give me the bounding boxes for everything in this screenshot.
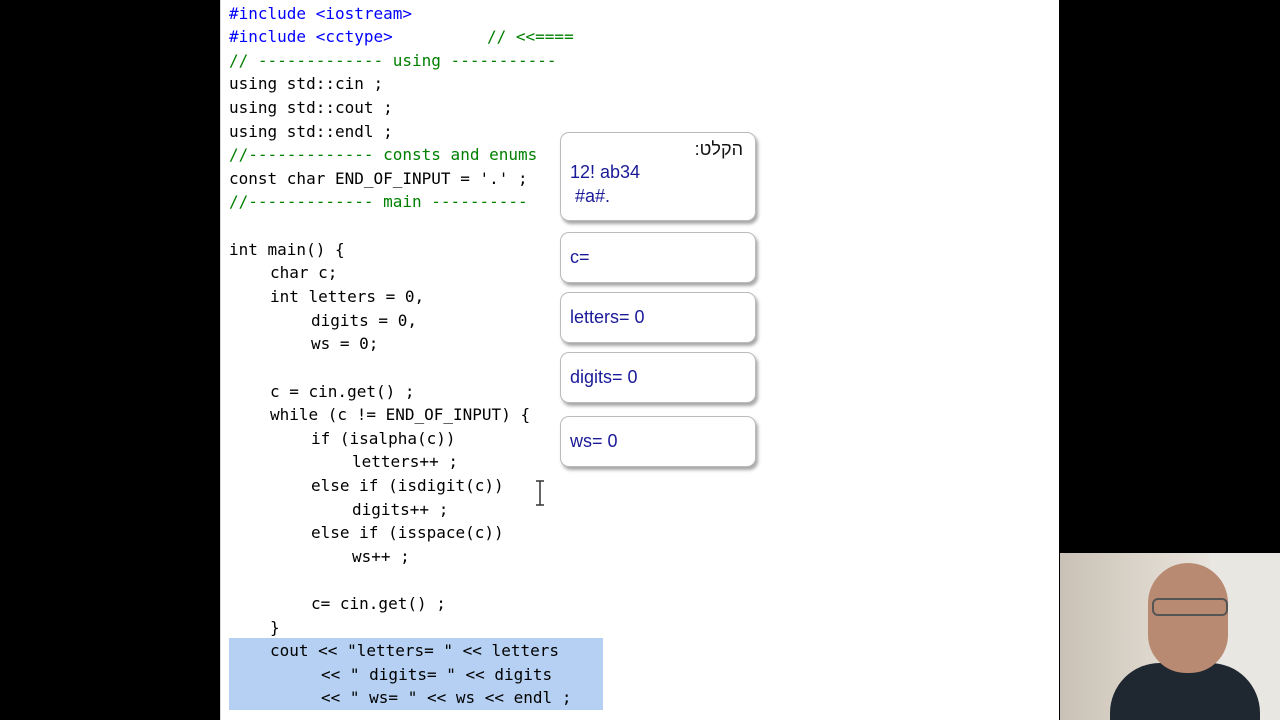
variable-digits-label: digits= 0 [570, 367, 638, 387]
webcam-overlay [1060, 553, 1280, 720]
code-line-text: #include <cctype> [229, 27, 393, 46]
code-line: if (isalpha(c)) [311, 429, 456, 448]
presenter-head [1148, 563, 1228, 673]
code-line: else if (isspace(c)) [311, 523, 504, 542]
variable-c-label: c= [570, 247, 590, 267]
variable-c-box: c= [560, 232, 756, 283]
input-line-2: #a#. [575, 186, 611, 206]
code-line: << " digits= " << digits [321, 665, 553, 684]
code-line: while (c != END_OF_INPUT) { [270, 405, 531, 424]
variable-letters-box: letters= 0 [560, 292, 756, 343]
code-line: digits++ ; [352, 500, 449, 519]
code-comment: //------------- consts and enums [229, 145, 538, 164]
code-line: using std::endl ; [229, 122, 393, 141]
code-comment: // <<==== [487, 27, 574, 46]
variable-ws-box: ws= 0 [560, 416, 756, 467]
code-line: << " ws= " << ws << endl ; [321, 688, 572, 707]
code-line: digits = 0, [311, 311, 417, 330]
text-cursor-icon [536, 480, 544, 506]
code-line-text: #include <iostream> [229, 4, 413, 23]
code-line: int letters = 0, [270, 287, 425, 306]
code-line: } [270, 618, 280, 637]
variable-digits-box: digits= 0 [560, 352, 756, 403]
code-line: ws++ ; [352, 547, 410, 566]
code-editor[interactable]: #include <iostream> #include <cctype> //… [220, 0, 1059, 720]
code-line: int main() { [229, 240, 345, 259]
input-label: הקלט: [694, 139, 743, 159]
code-line: cout << "letters= " << letters [270, 641, 559, 660]
code-line: else if (isdigit(c)) [311, 476, 504, 495]
input-panel: הקלט: 12! ab34 #a#. [560, 132, 756, 221]
code-line: using std::cin ; [229, 74, 384, 93]
code-comment: // ------------- using ----------- [229, 51, 557, 70]
input-line-1: 12! ab34 [570, 162, 641, 182]
code-line: c = cin.get() ; [270, 382, 415, 401]
code-line: const char END_OF_INPUT = '.' ; [229, 169, 528, 188]
code-line: ws = 0; [311, 334, 379, 353]
code-line: #include <cctype> [229, 25, 393, 49]
code-comment: //------------- main ---------- [229, 192, 528, 211]
variable-ws-label: ws= 0 [570, 431, 618, 451]
code-line: using std::cout ; [229, 98, 393, 117]
presenter-glasses [1152, 598, 1228, 616]
code-line: letters++ ; [352, 452, 458, 471]
code-line: c= cin.get() ; [311, 594, 446, 613]
code-line: #include <iostream> [229, 2, 412, 26]
variable-letters-label: letters= 0 [570, 307, 645, 327]
code-line: char c; [270, 263, 338, 282]
